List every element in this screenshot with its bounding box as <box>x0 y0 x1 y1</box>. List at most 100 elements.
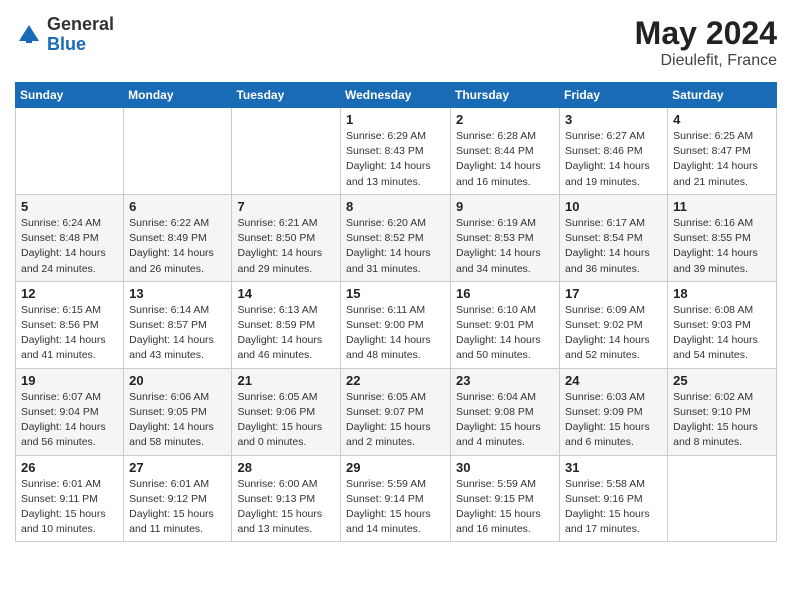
day-number: 17 <box>565 286 662 301</box>
day-number: 9 <box>456 199 554 214</box>
day-info: Sunrise: 6:10 AM Sunset: 9:01 PM Dayligh… <box>456 303 554 364</box>
calendar-week-row: 5Sunrise: 6:24 AM Sunset: 8:48 PM Daylig… <box>16 194 777 281</box>
calendar-cell: 4Sunrise: 6:25 AM Sunset: 8:47 PM Daylig… <box>668 108 777 195</box>
calendar-cell: 28 Sunrise: 6:00 AM Sunset: 9:13 PM Dayli… <box>232 455 341 542</box>
month-title: May 2024 <box>635 15 777 52</box>
column-header-saturday: Saturday <box>668 83 777 108</box>
day-info: Sunrise: 6:00 AM Sunset: 9:13 PM Dayligh… <box>237 477 335 538</box>
calendar-cell: 23 Sunrise: 6:04 AM Sunset: 9:08 PM Dayli… <box>451 368 560 455</box>
day-info: Sunrise: 6:13 AM Sunset: 8:59 PM Dayligh… <box>237 303 335 364</box>
calendar-header-row: SundayMondayTuesdayWednesdayThursdayFrid… <box>16 83 777 108</box>
calendar-cell: 12 Sunrise: 6:15 AM Sunset: 8:56 PM Dayli… <box>16 281 124 368</box>
day-info: Sunrise: 6:02 AM Sunset: 9:10 PM Dayligh… <box>673 390 771 451</box>
page-header: General Blue May 2024 Dieulefit, France <box>15 15 777 70</box>
day-number: 2 <box>456 112 554 127</box>
day-info: Sunrise: 5:59 AM Sunset: 9:14 PM Dayligh… <box>346 477 445 538</box>
column-header-tuesday: Tuesday <box>232 83 341 108</box>
logo: General Blue <box>15 15 114 55</box>
day-info: Sunrise: 6:09 AM Sunset: 9:02 PM Dayligh… <box>565 303 662 364</box>
day-number: 29 <box>346 460 445 475</box>
day-info: Sunrise: 6:29 AM Sunset: 8:43 PM Dayligh… <box>346 129 445 190</box>
day-number: 22 <box>346 373 445 388</box>
calendar-cell: 11Sunrise: 6:16 AM Sunset: 8:55 PM Dayli… <box>668 194 777 281</box>
calendar-cell: 18 Sunrise: 6:08 AM Sunset: 9:03 PM Dayli… <box>668 281 777 368</box>
day-info: Sunrise: 6:06 AM Sunset: 9:05 PM Dayligh… <box>129 390 226 451</box>
day-info: Sunrise: 6:11 AM Sunset: 9:00 PM Dayligh… <box>346 303 445 364</box>
day-info: Sunrise: 6:16 AM Sunset: 8:55 PM Dayligh… <box>673 216 771 277</box>
logo-blue: Blue <box>47 35 114 55</box>
day-info: Sunrise: 6:14 AM Sunset: 8:57 PM Dayligh… <box>129 303 226 364</box>
day-number: 19 <box>21 373 118 388</box>
calendar-cell <box>16 108 124 195</box>
day-number: 4 <box>673 112 771 127</box>
day-info: Sunrise: 6:21 AM Sunset: 8:50 PM Dayligh… <box>237 216 335 277</box>
calendar-cell: 21 Sunrise: 6:05 AM Sunset: 9:06 PM Dayli… <box>232 368 341 455</box>
calendar-cell <box>668 455 777 542</box>
day-info: Sunrise: 6:03 AM Sunset: 9:09 PM Dayligh… <box>565 390 662 451</box>
logo-icon <box>15 21 43 49</box>
day-number: 10 <box>565 199 662 214</box>
calendar-cell: 19 Sunrise: 6:07 AM Sunset: 9:04 PM Dayli… <box>16 368 124 455</box>
day-info: Sunrise: 6:20 AM Sunset: 8:52 PM Dayligh… <box>346 216 445 277</box>
calendar-week-row: 19 Sunrise: 6:07 AM Sunset: 9:04 PM Dayli… <box>16 368 777 455</box>
logo-general: General <box>47 15 114 35</box>
day-number: 30 <box>456 460 554 475</box>
day-info: Sunrise: 6:08 AM Sunset: 9:03 PM Dayligh… <box>673 303 771 364</box>
day-info: Sunrise: 6:28 AM Sunset: 8:44 PM Dayligh… <box>456 129 554 190</box>
calendar-cell: 10 Sunrise: 6:17 AM Sunset: 8:54 PM Dayli… <box>560 194 668 281</box>
day-info: Sunrise: 6:15 AM Sunset: 8:56 PM Dayligh… <box>21 303 118 364</box>
calendar-cell: 15 Sunrise: 6:11 AM Sunset: 9:00 PM Dayli… <box>341 281 451 368</box>
day-number: 8 <box>346 199 445 214</box>
day-number: 26 <box>21 460 118 475</box>
calendar-cell: 31Sunrise: 5:58 AM Sunset: 9:16 PM Dayli… <box>560 455 668 542</box>
calendar-cell: 3Sunrise: 6:27 AM Sunset: 8:46 PM Daylig… <box>560 108 668 195</box>
calendar-cell: 8 Sunrise: 6:20 AM Sunset: 8:52 PM Daylig… <box>341 194 451 281</box>
calendar-week-row: 1 Sunrise: 6:29 AM Sunset: 8:43 PM Daylig… <box>16 108 777 195</box>
calendar-cell: 26 Sunrise: 6:01 AM Sunset: 9:11 PM Dayli… <box>16 455 124 542</box>
day-info: Sunrise: 6:22 AM Sunset: 8:49 PM Dayligh… <box>129 216 226 277</box>
day-number: 6 <box>129 199 226 214</box>
calendar-week-row: 26 Sunrise: 6:01 AM Sunset: 9:11 PM Dayli… <box>16 455 777 542</box>
day-number: 23 <box>456 373 554 388</box>
calendar-cell: 9 Sunrise: 6:19 AM Sunset: 8:53 PM Daylig… <box>451 194 560 281</box>
calendar-cell: 22 Sunrise: 6:05 AM Sunset: 9:07 PM Dayli… <box>341 368 451 455</box>
column-header-thursday: Thursday <box>451 83 560 108</box>
calendar-cell: 27Sunrise: 6:01 AM Sunset: 9:12 PM Dayli… <box>124 455 232 542</box>
calendar-cell: 25 Sunrise: 6:02 AM Sunset: 9:10 PM Dayli… <box>668 368 777 455</box>
calendar-cell: 29 Sunrise: 5:59 AM Sunset: 9:14 PM Dayli… <box>341 455 451 542</box>
day-number: 18 <box>673 286 771 301</box>
day-number: 28 <box>237 460 335 475</box>
day-number: 1 <box>346 112 445 127</box>
calendar-cell: 5Sunrise: 6:24 AM Sunset: 8:48 PM Daylig… <box>16 194 124 281</box>
day-number: 20 <box>129 373 226 388</box>
day-info: Sunrise: 6:01 AM Sunset: 9:11 PM Dayligh… <box>21 477 118 538</box>
day-number: 14 <box>237 286 335 301</box>
calendar-cell: 1 Sunrise: 6:29 AM Sunset: 8:43 PM Daylig… <box>341 108 451 195</box>
day-info: Sunrise: 6:05 AM Sunset: 9:07 PM Dayligh… <box>346 390 445 451</box>
day-info: Sunrise: 6:05 AM Sunset: 9:06 PM Dayligh… <box>237 390 335 451</box>
title-block: May 2024 Dieulefit, France <box>635 15 777 70</box>
day-info: Sunrise: 6:07 AM Sunset: 9:04 PM Dayligh… <box>21 390 118 451</box>
day-number: 21 <box>237 373 335 388</box>
day-info: Sunrise: 6:01 AM Sunset: 9:12 PM Dayligh… <box>129 477 226 538</box>
calendar-cell: 17 Sunrise: 6:09 AM Sunset: 9:02 PM Dayli… <box>560 281 668 368</box>
day-number: 12 <box>21 286 118 301</box>
calendar-week-row: 12 Sunrise: 6:15 AM Sunset: 8:56 PM Dayli… <box>16 281 777 368</box>
column-header-sunday: Sunday <box>16 83 124 108</box>
calendar-cell: 24Sunrise: 6:03 AM Sunset: 9:09 PM Dayli… <box>560 368 668 455</box>
calendar-cell: 2 Sunrise: 6:28 AM Sunset: 8:44 PM Daylig… <box>451 108 560 195</box>
day-info: Sunrise: 6:24 AM Sunset: 8:48 PM Dayligh… <box>21 216 118 277</box>
day-info: Sunrise: 6:04 AM Sunset: 9:08 PM Dayligh… <box>456 390 554 451</box>
day-info: Sunrise: 6:27 AM Sunset: 8:46 PM Dayligh… <box>565 129 662 190</box>
day-number: 15 <box>346 286 445 301</box>
calendar-cell: 14 Sunrise: 6:13 AM Sunset: 8:59 PM Dayli… <box>232 281 341 368</box>
day-info: Sunrise: 6:19 AM Sunset: 8:53 PM Dayligh… <box>456 216 554 277</box>
calendar-cell: 13Sunrise: 6:14 AM Sunset: 8:57 PM Dayli… <box>124 281 232 368</box>
day-info: Sunrise: 6:17 AM Sunset: 8:54 PM Dayligh… <box>565 216 662 277</box>
calendar-cell <box>124 108 232 195</box>
column-header-monday: Monday <box>124 83 232 108</box>
day-number: 25 <box>673 373 771 388</box>
column-header-wednesday: Wednesday <box>341 83 451 108</box>
calendar-table: SundayMondayTuesdayWednesdayThursdayFrid… <box>15 82 777 542</box>
day-number: 7 <box>237 199 335 214</box>
